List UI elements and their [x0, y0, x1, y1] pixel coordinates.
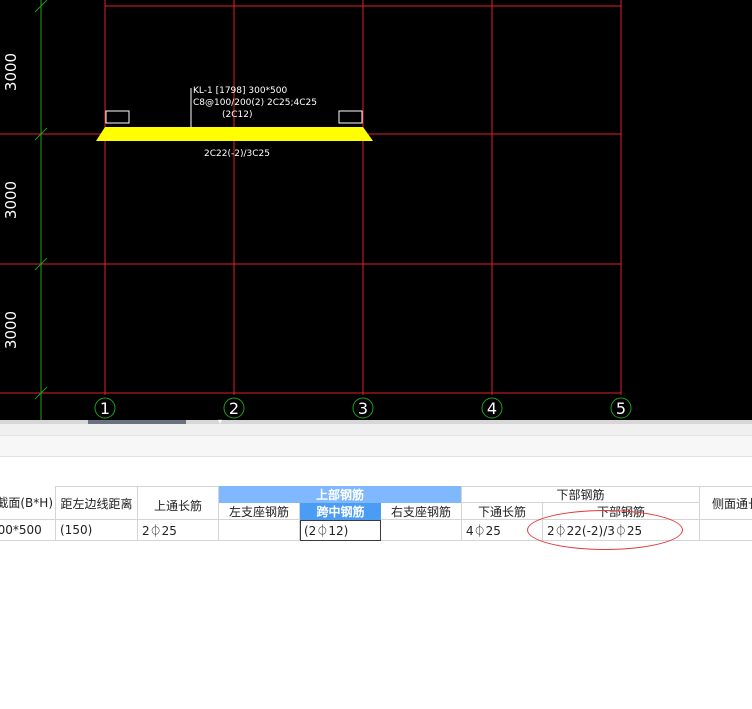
- header-group-bottom-steel: 下部钢筋: [462, 486, 700, 503]
- beam-property-table: 截面(B*H) 距左边线距离 上通长筋 上部钢筋 下部钢筋 侧面通长筋 左支座钢…: [0, 458, 752, 709]
- cell-left-offset[interactable]: (150): [56, 520, 138, 541]
- axis-marker-4: 4: [481, 397, 503, 419]
- structure-plan-drawing[interactable]: 3000 3000 3000 KL-1 [1798] 300*500 C8@10…: [0, 0, 752, 420]
- svg-text:1: 1: [100, 399, 110, 418]
- header-top-through: 上通长筋: [138, 486, 219, 520]
- beam-bottom-label: 2C22(-2)/3C25: [204, 149, 270, 159]
- panel-tab-strip: [0, 436, 752, 457]
- header-group-top-steel: 上部钢筋: [219, 486, 462, 503]
- cad-canvas[interactable]: 3000 3000 3000 KL-1 [1798] 300*500 C8@10…: [0, 0, 752, 420]
- beam-annotation-line3: (2C12): [222, 110, 253, 120]
- header-bottom-steel: 下部钢筋: [543, 503, 700, 520]
- beam-annotation-line2: C8@100/200(2) 2C25;4C25: [193, 98, 317, 108]
- header-right-support: 右支座钢筋: [381, 503, 462, 520]
- cell-top-through[interactable]: 2⏀25: [138, 520, 219, 541]
- cell-bottom-through[interactable]: 4⏀25: [462, 520, 543, 541]
- cell-right-support[interactable]: [381, 520, 462, 541]
- svg-text:5: 5: [616, 399, 626, 418]
- cell-left-support[interactable]: [219, 520, 300, 541]
- beam-kl1[interactable]: [96, 127, 373, 141]
- axis-marker-3: 3: [352, 397, 374, 419]
- header-section: 截面(B*H): [0, 486, 56, 520]
- header-left-support: 左支座钢筋: [219, 503, 300, 520]
- cell-section[interactable]: 300*500: [0, 520, 56, 541]
- cell-side-through[interactable]: [700, 520, 752, 541]
- beam-annotation-line1: KL-1 [1798] 300*500: [193, 86, 288, 96]
- panel-toolbar: [0, 424, 752, 436]
- cell-bottom-steel[interactable]: 2⏀22(-2)/3⏀25: [543, 520, 700, 541]
- header-bottom-through: 下通长筋: [462, 503, 543, 520]
- svg-text:3: 3: [358, 399, 368, 418]
- axis-marker-5: 5: [610, 397, 632, 419]
- dimension-label: 3000: [2, 311, 20, 349]
- header-mid-span: 跨中钢筋: [300, 503, 381, 520]
- cell-mid-span[interactable]: (2⏀12): [300, 520, 381, 541]
- header-side-through: 侧面通长筋: [700, 486, 752, 520]
- svg-text:4: 4: [487, 399, 497, 418]
- dimension-label: 3000: [2, 53, 20, 91]
- dimension-label: 3000: [2, 181, 20, 219]
- axis-marker-2: 2: [223, 397, 245, 419]
- svg-text:2: 2: [229, 399, 239, 418]
- support-marker-right: [338, 110, 363, 124]
- axis-marker-1: 1: [94, 397, 116, 419]
- support-marker-left: [105, 110, 130, 124]
- header-left-offset: 距左边线距离: [56, 486, 138, 520]
